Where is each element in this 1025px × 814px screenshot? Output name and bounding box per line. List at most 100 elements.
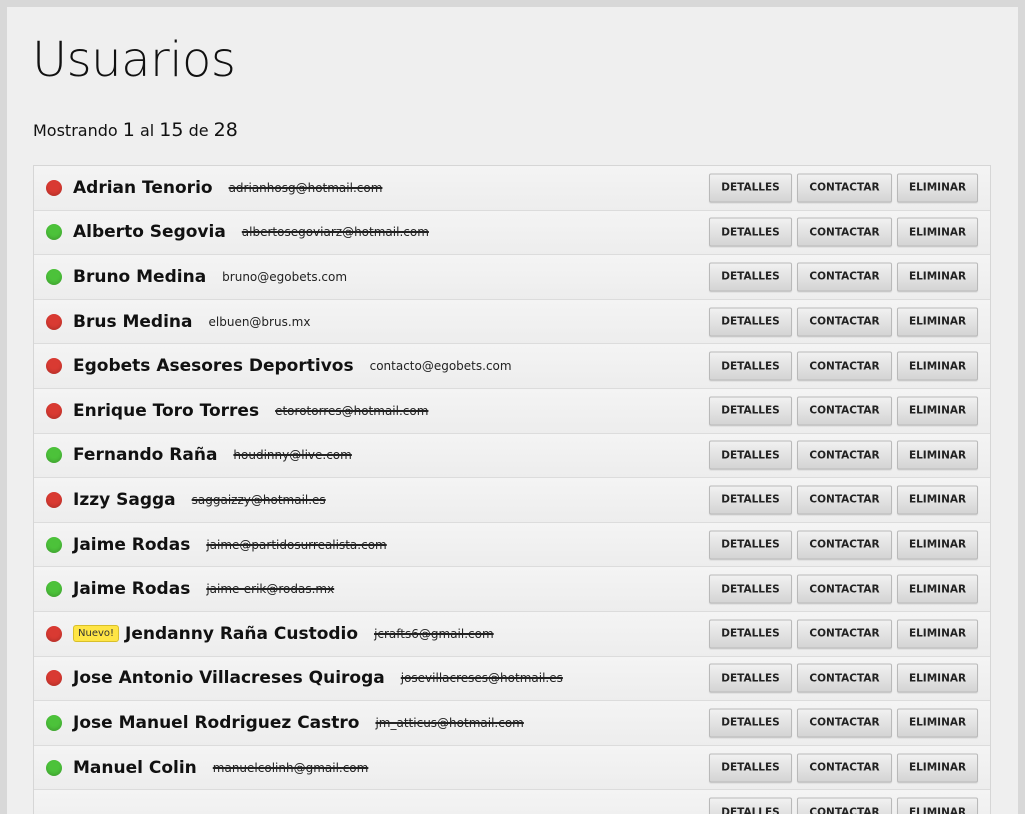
status-inactive-icon <box>46 313 62 330</box>
status-active-icon <box>46 536 62 553</box>
details-button[interactable]: DETALLES <box>709 396 792 426</box>
user-row: Nuevo! Jendanny Raña Custodio jcrafts6@gma… <box>34 611 990 657</box>
details-button[interactable]: DETALLES <box>709 440 792 470</box>
details-button[interactable]: DETALLES <box>709 485 792 515</box>
row-actions: DETALLES CONTACTAR ELIMINAR <box>709 262 978 292</box>
delete-button[interactable]: ELIMINAR <box>897 619 978 649</box>
details-button[interactable]: DETALLES <box>709 217 792 247</box>
contact-button[interactable]: CONTACTAR <box>797 663 892 693</box>
delete-button[interactable]: ELIMINAR <box>897 797 978 814</box>
details-button[interactable]: DETALLES <box>709 173 792 203</box>
contact-button[interactable]: CONTACTAR <box>797 619 892 649</box>
details-button[interactable]: DETALLES <box>709 351 792 381</box>
user-name: Fernando Raña <box>73 445 218 466</box>
delete-button[interactable]: ELIMINAR <box>897 485 978 515</box>
delete-button[interactable]: ELIMINAR <box>897 753 978 783</box>
contact-button[interactable]: CONTACTAR <box>797 173 892 203</box>
pagination-sep1: al <box>139 121 155 140</box>
row-actions: DETALLES CONTACTAR ELIMINAR <box>709 485 978 515</box>
user-name: Jaime Rodas <box>73 579 191 600</box>
details-button[interactable]: DETALLES <box>709 574 792 604</box>
user-email: etorotorres@hotmail.com <box>275 403 429 418</box>
user-row: Fernando Raña houdinny@live.com DETALLES CO… <box>34 433 990 479</box>
delete-button[interactable]: ELIMINAR <box>897 396 978 426</box>
contact-button[interactable]: CONTACTAR <box>797 217 892 247</box>
pagination-prefix: Mostrando <box>33 121 118 140</box>
user-row: Manuel Colin manuelcolinh@gmail.com DETALL… <box>34 745 990 791</box>
delete-button[interactable]: ELIMINAR <box>897 708 978 738</box>
status-inactive-icon <box>46 670 62 687</box>
pagination-from: 1 <box>122 119 135 141</box>
row-actions: DETALLES CONTACTAR ELIMINAR <box>709 217 978 247</box>
delete-button[interactable]: ELIMINAR <box>897 440 978 470</box>
contact-button[interactable]: CONTACTAR <box>797 351 892 381</box>
user-row: Adrian Tenorio adrianhosg@hotmail.com DETA… <box>34 166 990 211</box>
user-row: Egobets Asesores Deportivos contacto@egob… <box>34 344 990 389</box>
delete-button[interactable]: ELIMINAR <box>897 217 978 247</box>
user-name: Enrique Toro Torres <box>73 400 260 421</box>
details-button[interactable]: DETALLES <box>709 262 792 292</box>
row-actions: DETALLES CONTACTAR ELIMINAR <box>709 619 978 649</box>
user-email: bruno@egobets.com <box>222 269 348 284</box>
contact-button[interactable]: CONTACTAR <box>797 574 892 604</box>
delete-button[interactable]: ELIMINAR <box>897 351 978 381</box>
details-button[interactable]: DETALLES <box>709 530 792 560</box>
contact-button[interactable]: CONTACTAR <box>797 797 892 814</box>
user-email: jm_atticus@hotmail.com <box>375 715 524 730</box>
delete-button[interactable]: ELIMINAR <box>897 530 978 560</box>
contact-button[interactable]: CONTACTAR <box>797 396 892 426</box>
row-actions: DETALLES CONTACTAR ELIMINAR <box>709 708 978 738</box>
user-row: Jose Manuel Rodriguez Castro jm_atticus@h… <box>34 701 990 746</box>
status-active-icon <box>46 581 62 598</box>
row-actions: DETALLES CONTACTAR ELIMINAR <box>709 753 978 783</box>
user-name: Brus Medina <box>73 311 193 332</box>
user-name: Alberto Segovia <box>73 222 226 243</box>
contact-button[interactable]: CONTACTAR <box>797 307 892 337</box>
user-name: Jose Antonio Villacreses Quiroga <box>73 668 385 689</box>
user-row: Alberto Segovia albertosegoviarz@hotmail.… <box>34 210 990 256</box>
status-active-icon <box>46 759 62 776</box>
details-button[interactable]: DETALLES <box>709 307 792 337</box>
contact-button[interactable]: CONTACTAR <box>797 262 892 292</box>
user-email: jaime@partidosurrealista.com <box>206 537 387 552</box>
user-name: Izzy Sagga <box>73 489 176 510</box>
delete-button[interactable]: ELIMINAR <box>897 173 978 203</box>
details-button[interactable]: DETALLES <box>709 797 792 814</box>
user-email: albertosegoviarz@hotmail.com <box>241 225 429 240</box>
user-row: Jaime Rodas jaime-erik@rodas.mx DETALLES CO… <box>34 567 990 612</box>
delete-button[interactable]: ELIMINAR <box>897 307 978 337</box>
details-button[interactable]: DETALLES <box>709 753 792 783</box>
delete-button[interactable]: ELIMINAR <box>897 574 978 604</box>
row-actions: DETALLES CONTACTAR ELIMINAR <box>709 396 978 426</box>
user-email: houdinny@live.com <box>233 448 352 463</box>
user-email: adrianhosg@hotmail.com <box>228 180 383 195</box>
user-name: Manuel Colin <box>73 757 197 778</box>
new-badge: Nuevo! <box>73 625 120 643</box>
pagination-total: 28 <box>213 119 238 141</box>
contact-button[interactable]: CONTACTAR <box>797 708 892 738</box>
user-row: Bruno Medina bruno@egobets.com DETALLES CON… <box>34 255 990 300</box>
delete-button[interactable]: ELIMINAR <box>897 663 978 693</box>
contact-button[interactable]: CONTACTAR <box>797 530 892 560</box>
details-button[interactable]: DETALLES <box>709 663 792 693</box>
pagination-sep2: de <box>188 121 209 140</box>
user-list: Adrian Tenorio adrianhosg@hotmail.com DETA… <box>33 165 991 814</box>
row-actions: DETALLES CONTACTAR ELIMINAR <box>709 797 978 814</box>
user-row: Enrique Toro Torres etorotorres@hotmail.c… <box>34 388 990 434</box>
user-name: Bruno Medina <box>73 266 207 287</box>
status-inactive-icon <box>46 625 62 642</box>
status-active-icon <box>46 714 62 731</box>
user-row: Brus Medina elbuen@brus.mx DETALLES CONTACT… <box>34 299 990 345</box>
status-inactive-icon <box>46 358 62 375</box>
row-actions: DETALLES CONTACTAR ELIMINAR <box>709 530 978 560</box>
status-inactive-icon <box>46 402 62 419</box>
details-button[interactable]: DETALLES <box>709 619 792 649</box>
contact-button[interactable]: CONTACTAR <box>797 485 892 515</box>
user-email: saggaizzy@hotmail.es <box>191 492 326 507</box>
contact-button[interactable]: CONTACTAR <box>797 753 892 783</box>
user-email: contacto@egobets.com <box>369 359 512 374</box>
details-button[interactable]: DETALLES <box>709 708 792 738</box>
contact-button[interactable]: CONTACTAR <box>797 440 892 470</box>
user-name: Jendanny Raña Custodio <box>125 623 359 644</box>
delete-button[interactable]: ELIMINAR <box>897 262 978 292</box>
